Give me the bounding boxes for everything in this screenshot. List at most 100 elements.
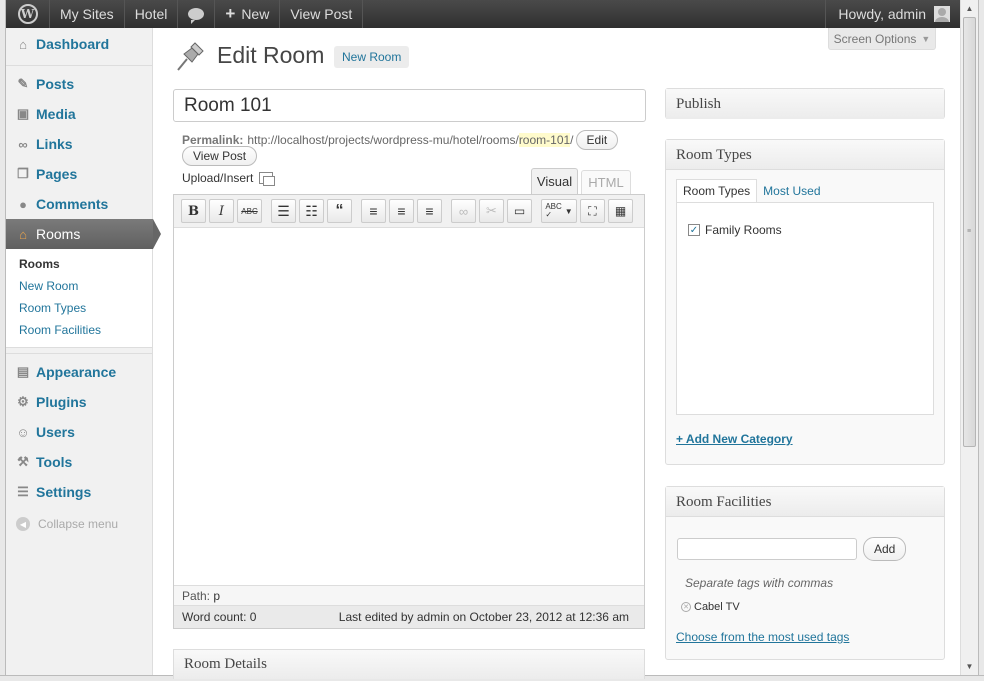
- pushpin-icon: [177, 42, 204, 71]
- spellcheck-icon[interactable]: ABC ✓ ▼: [541, 199, 577, 223]
- bullet-list-icon[interactable]: ☰: [271, 199, 296, 223]
- menu-comments[interactable]: ● Comments: [6, 189, 152, 219]
- permalink-label: Permalink:: [182, 133, 244, 147]
- room-details-box-title[interactable]: Room Details: [173, 649, 645, 679]
- view-post-link[interactable]: View Post: [280, 0, 364, 28]
- menu-label: Settings: [36, 484, 92, 500]
- my-sites-link[interactable]: My Sites: [50, 0, 125, 28]
- menu-tools[interactable]: ⚒ Tools: [6, 447, 152, 477]
- room-facilities-box-title[interactable]: Room Facilities: [666, 487, 944, 517]
- align-left-icon[interactable]: ≡: [361, 199, 386, 223]
- rooms-submenu: Rooms New Room Room Types Room Facilitie…: [6, 249, 152, 348]
- account-menu[interactable]: Howdy, admin: [825, 0, 960, 28]
- menu-separator: [6, 348, 152, 354]
- word-count: Word count: 0: [182, 610, 257, 624]
- upload-insert[interactable]: Upload/Insert: [182, 171, 276, 186]
- menu-rooms[interactable]: ⌂ Rooms: [6, 219, 161, 249]
- kitchen-sink-icon[interactable]: ▦: [608, 199, 633, 223]
- new-tag-input[interactable]: [677, 538, 857, 560]
- tab-visual[interactable]: Visual: [531, 168, 578, 194]
- blockquote-icon[interactable]: “: [327, 199, 352, 223]
- path-value[interactable]: p: [213, 589, 220, 603]
- menu-pages[interactable]: ❐ Pages: [6, 159, 152, 189]
- submenu-room-types[interactable]: Room Types: [6, 297, 152, 319]
- collapse-menu-button[interactable]: ◀ Collapse menu: [6, 509, 152, 539]
- more-tag-icon[interactable]: ▭: [507, 199, 532, 223]
- comments-button[interactable]: [178, 0, 216, 28]
- wordpress-logo-button[interactable]: W: [6, 0, 50, 28]
- menu-posts[interactable]: ✎ Posts: [6, 69, 152, 99]
- permalink-base: http://localhost/projects/wordpress-mu/h…: [247, 133, 519, 147]
- content-editor: B I ABC ☰ ☷ “ ≡ ≡ ≡ ∞ ✂ ▭ ABC ✓ ▼ ⛶ ▦ Path…: [173, 194, 645, 629]
- tab-most-used[interactable]: Most Used: [757, 179, 826, 202]
- add-tag-button[interactable]: Add: [863, 537, 907, 561]
- fullscreen-icon[interactable]: ⛶: [580, 199, 605, 223]
- menu-label: Plugins: [36, 394, 87, 410]
- pin-icon: ✎: [17, 76, 29, 91]
- site-name-link[interactable]: Hotel: [125, 0, 179, 28]
- numbered-list-icon[interactable]: ☷: [299, 199, 324, 223]
- scroll-thumb[interactable]: ≡: [963, 17, 976, 447]
- menu-links[interactable]: ∞ Links: [6, 129, 152, 159]
- italic-icon[interactable]: I: [209, 199, 234, 223]
- editor-content-area[interactable]: [174, 228, 644, 585]
- upload-insert-label: Upload/Insert: [182, 171, 254, 185]
- vertical-scrollbar[interactable]: ▲ ≡ ▼: [960, 0, 978, 675]
- editor-path: Path: p: [174, 585, 644, 605]
- submenu-rooms[interactable]: Rooms: [6, 253, 152, 275]
- add-new-category-link[interactable]: + Add New Category: [676, 432, 793, 446]
- insert-link-icon[interactable]: ∞: [451, 199, 476, 223]
- view-post-button[interactable]: View Post: [182, 146, 258, 166]
- menu-plugins[interactable]: ⚙ Plugins: [6, 387, 152, 417]
- appearance-icon: ▤: [16, 364, 30, 379]
- menu-separator: [6, 60, 152, 66]
- menu-users[interactable]: ☺ Users: [6, 417, 152, 447]
- checkbox-checked-icon[interactable]: ✓: [688, 224, 700, 236]
- menu-media[interactable]: ▣ Media: [6, 99, 152, 129]
- publish-box-title[interactable]: Publish: [666, 89, 944, 119]
- permalink-end: /: [570, 133, 574, 147]
- unlink-icon[interactable]: ✂: [479, 199, 504, 223]
- category-item[interactable]: ✓ Family Rooms: [688, 223, 782, 237]
- plugins-icon: ⚙: [17, 394, 29, 409]
- tab-all-room-types[interactable]: Room Types: [676, 179, 758, 202]
- publish-box: Publish: [665, 88, 945, 119]
- window-frame-right: [978, 0, 984, 681]
- edit-permalink-button[interactable]: Edit: [575, 130, 619, 150]
- permalink-slug[interactable]: room-101: [518, 133, 571, 147]
- bold-icon[interactable]: B: [181, 199, 206, 223]
- submenu-room-facilities[interactable]: Room Facilities: [6, 319, 152, 341]
- align-right-icon[interactable]: ≡: [417, 199, 442, 223]
- admin-sidebar: ⌂ Dashboard ✎ Posts ▣ Media ∞ Links ❐ Pa…: [6, 28, 161, 675]
- category-tabs: Room Types Most Used: [676, 179, 827, 202]
- media-icon: ▣: [16, 106, 30, 121]
- align-center-icon[interactable]: ≡: [389, 199, 414, 223]
- menu-dashboard[interactable]: ⌂ Dashboard: [6, 28, 152, 60]
- choose-most-used-tags-link[interactable]: Choose from the most used tags: [676, 630, 849, 644]
- users-icon: ☺: [16, 424, 30, 440]
- menu-label: Comments: [36, 196, 109, 212]
- add-new-room-button[interactable]: New Room: [334, 46, 410, 68]
- plus-icon: +: [225, 4, 236, 23]
- category-label: Family Rooms: [705, 223, 782, 237]
- tab-html[interactable]: HTML: [581, 170, 631, 194]
- house-icon: ⌂: [19, 226, 27, 242]
- post-title-input[interactable]: Room 101: [173, 89, 646, 122]
- strikethrough-icon[interactable]: ABC: [237, 199, 262, 223]
- add-media-icon[interactable]: [259, 172, 276, 186]
- new-content-button[interactable]: + New: [215, 0, 281, 28]
- menu-label: Rooms: [36, 226, 81, 242]
- screen-options-button[interactable]: Screen Options ▼: [828, 28, 936, 50]
- editor-toolbar: B I ABC ☰ ☷ “ ≡ ≡ ≡ ∞ ✂ ▭ ABC ✓ ▼ ⛶ ▦: [174, 195, 644, 228]
- scroll-down-arrow-icon[interactable]: ▼: [961, 658, 978, 675]
- menu-label: Dashboard: [36, 36, 110, 52]
- new-label: New: [241, 6, 270, 22]
- menu-appearance[interactable]: ▤ Appearance: [6, 357, 152, 387]
- scroll-up-arrow-icon[interactable]: ▲: [961, 0, 978, 17]
- menu-settings[interactable]: ☰ Settings: [6, 477, 152, 507]
- submenu-new-room[interactable]: New Room: [6, 275, 152, 297]
- remove-tag-icon[interactable]: ✕: [681, 602, 691, 612]
- comments-icon: ●: [19, 196, 27, 212]
- editor-status-bar: Word count: 0 Last edited by admin on Oc…: [174, 605, 644, 628]
- room-types-box-title[interactable]: Room Types: [666, 140, 944, 170]
